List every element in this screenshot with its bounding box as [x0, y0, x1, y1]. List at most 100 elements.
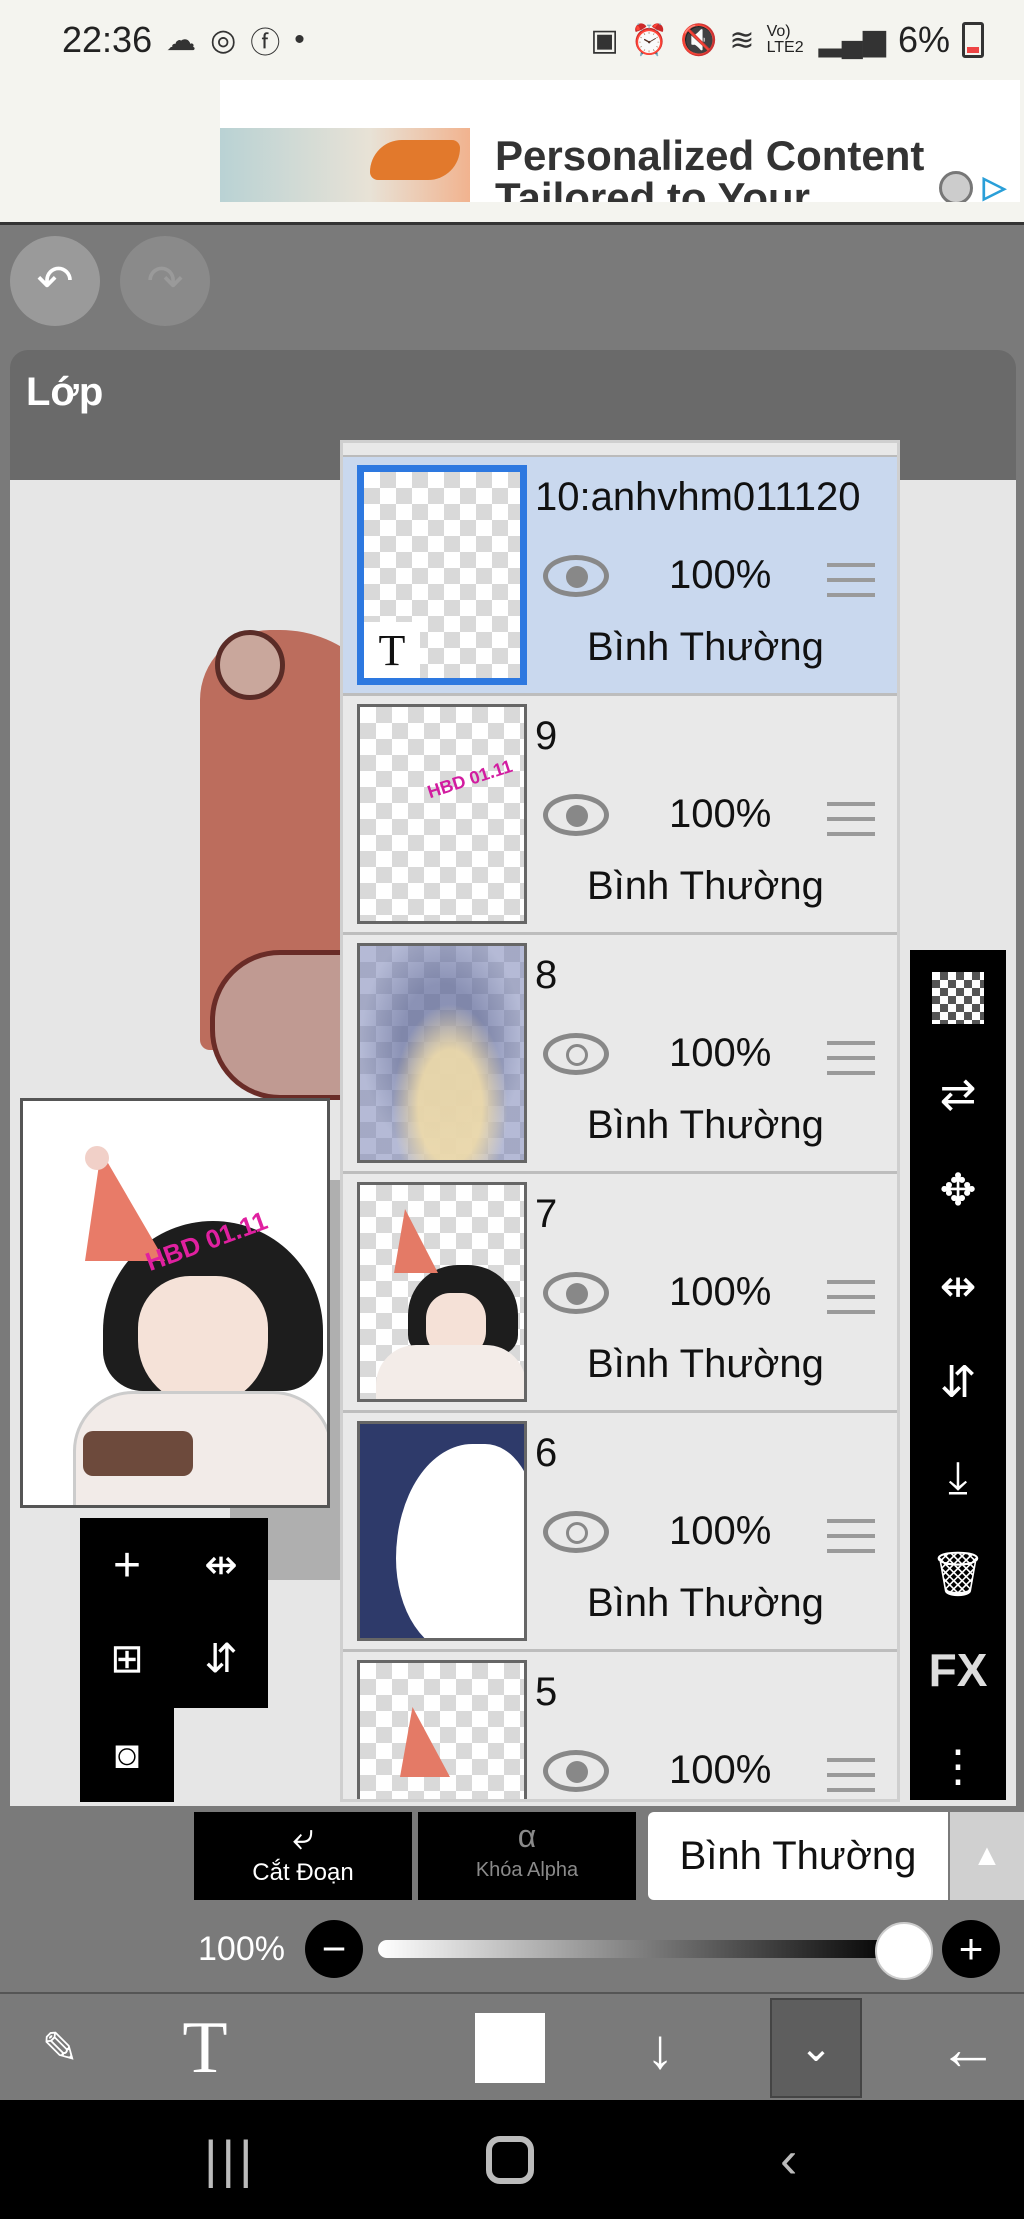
- layer-name: 6: [535, 1431, 558, 1475]
- drag-handle-icon[interactable]: [827, 1758, 875, 1792]
- layer-thumbnail[interactable]: [357, 1660, 527, 1799]
- preview-pom: [85, 1146, 109, 1170]
- move-content-button[interactable]: ⇄: [910, 1046, 1006, 1142]
- redo-button[interactable]: ↷: [120, 236, 210, 326]
- camera-button[interactable]: ◙: [80, 1708, 174, 1802]
- ad-image[interactable]: [220, 128, 470, 202]
- layer-thumbnail[interactable]: [357, 1421, 527, 1641]
- dot-icon: •: [294, 23, 305, 56]
- layer-blend-mode: Bình Thường: [587, 1581, 824, 1625]
- layer-opacity: 100%: [669, 792, 772, 836]
- layer-name: 9: [535, 714, 558, 758]
- signal-icon: ▂▄▆: [818, 23, 886, 57]
- layer-row-7[interactable]: 7 100% Bình Thường: [343, 1174, 897, 1413]
- clock: 22:36: [62, 19, 153, 60]
- brush-eraser-icon: ✎: [41, 2023, 79, 2073]
- flip-horizontal-layer-button[interactable]: ⇹: [174, 1518, 268, 1612]
- opacity-slider-knob[interactable]: [875, 1922, 933, 1980]
- clipping-button[interactable]: ⤶ Cắt Đoạn: [194, 1812, 412, 1900]
- layer-name: 5: [535, 1670, 558, 1714]
- flip-vertical-layer-button[interactable]: ⇵: [174, 1612, 268, 1706]
- drag-handle-icon[interactable]: [827, 1519, 875, 1553]
- more-options-button[interactable]: ⋮: [910, 1718, 1006, 1814]
- layer-tools-strip: ⇄ ✥ ⇹ ⇵ ⤓ 🗑 FX ⋮: [910, 950, 1006, 1800]
- mute-icon: 🔇: [680, 23, 718, 57]
- checkerboard-icon: [932, 972, 984, 1024]
- layer-row-6[interactable]: 6 100% Bình Thường: [343, 1413, 897, 1652]
- layer-blend-mode: Bình Thường: [587, 864, 824, 908]
- fx-button[interactable]: FX: [910, 1622, 1006, 1718]
- visibility-eye-off-icon[interactable]: [543, 1033, 609, 1075]
- layer-thumbnail[interactable]: T: [357, 465, 527, 685]
- layer-row-8[interactable]: 8 100% Bình Thường: [343, 935, 897, 1174]
- save-icon: ▣: [590, 23, 619, 57]
- merge-down-button[interactable]: ⤓: [910, 1430, 1006, 1526]
- down-arrow-button[interactable]: ↓: [620, 2000, 700, 2096]
- opacity-value-label: 100%: [198, 1930, 285, 1968]
- more-vertical-icon: ⋮: [936, 1741, 980, 1791]
- visibility-eye-icon[interactable]: [543, 555, 609, 597]
- layer-thumbnail[interactable]: [357, 1182, 527, 1402]
- ad-title[interactable]: Personalized Content Tailored to Your: [495, 132, 924, 202]
- ad-choices-icon[interactable]: ▷: [983, 170, 1006, 202]
- flip-vertical-icon: ⇵: [939, 1357, 977, 1407]
- trash-icon: 🗑: [930, 1550, 986, 1599]
- flip-horizontal-button[interactable]: ⇹: [910, 1238, 1006, 1334]
- drag-handle-icon[interactable]: [827, 1041, 875, 1075]
- ad-advertiser-icon[interactable]: [938, 170, 973, 202]
- undo-button[interactable]: ↶: [10, 236, 100, 326]
- visibility-eye-off-icon[interactable]: [543, 1511, 609, 1553]
- add-layer-copy-button[interactable]: ⊞: [80, 1612, 174, 1706]
- text-tool-button[interactable]: T: [160, 2000, 250, 2096]
- double-chevron-down-icon: ⌄: [799, 2026, 833, 2070]
- layer-name: 7: [535, 1192, 558, 1236]
- add-copy-icon: ⊞: [110, 1637, 144, 1681]
- layer-thumbnail[interactable]: [357, 943, 527, 1163]
- visibility-eye-icon[interactable]: [543, 794, 609, 836]
- ad-banner[interactable]: Personalized Content Tailored to Your ▷: [0, 80, 1024, 225]
- visibility-eye-icon[interactable]: [543, 1750, 609, 1792]
- ad-card[interactable]: Personalized Content Tailored to Your ▷: [220, 80, 1020, 202]
- layer-thumbnail[interactable]: HBD 01.11: [357, 704, 527, 924]
- thumb-navy-art: [360, 1424, 524, 1638]
- recent-apps-button[interactable]: |||: [204, 2130, 257, 2190]
- layers-list[interactable]: T 10:anhvhm011120 100% Bình Thường HBD 0…: [340, 440, 900, 1802]
- layer-options-bar: ⤶ Cắt Đoạn α Khóa Alpha Bình Thường ▲: [0, 1806, 1024, 1904]
- canvas-preview[interactable]: HBD 01.11: [20, 1098, 330, 1508]
- add-layer-button[interactable]: +: [80, 1518, 174, 1612]
- nav-back-button[interactable]: ‹: [780, 2130, 797, 2190]
- opacity-decrease-button[interactable]: −: [305, 1920, 363, 1978]
- back-button[interactable]: ←: [920, 2000, 1016, 2096]
- cloud-icon: ☁: [166, 23, 197, 57]
- transparency-button[interactable]: [910, 950, 1006, 1046]
- opacity-increase-button[interactable]: +: [942, 1920, 1000, 1978]
- layer-panel-title: Lớp: [26, 370, 104, 414]
- camera-panel: ◙: [80, 1708, 174, 1802]
- opacity-slider-track[interactable]: [378, 1940, 898, 1958]
- alpha-lock-button[interactable]: α Khóa Alpha: [418, 1812, 636, 1900]
- transform-button[interactable]: ✥: [910, 1142, 1006, 1238]
- canvas-pom-art: [215, 630, 285, 700]
- drag-handle-icon[interactable]: [827, 802, 875, 836]
- drag-handle-icon[interactable]: [827, 563, 875, 597]
- layer-name: 8: [535, 953, 558, 997]
- top-toolbar: ↶ ↷: [0, 228, 1024, 348]
- drag-handle-icon[interactable]: [827, 1280, 875, 1314]
- blend-mode-dropdown-button[interactable]: ▲: [950, 1812, 1024, 1900]
- tool-switch-button[interactable]: ✎: [10, 2000, 110, 2096]
- blend-mode-select[interactable]: Bình Thường: [648, 1812, 948, 1900]
- delete-layer-button[interactable]: 🗑: [910, 1526, 1006, 1622]
- layer-row-9[interactable]: HBD 01.11 9 100% Bình Thường: [343, 696, 897, 935]
- battery-percent: 6%: [897, 19, 950, 60]
- layers-toggle-button[interactable]: ⌄: [770, 1998, 862, 2098]
- thumb-blur-art: [360, 946, 524, 1160]
- ad-icons[interactable]: ▷: [938, 170, 1006, 202]
- alpha-lock-label: Khóa Alpha: [475, 1859, 579, 1881]
- flip-vertical-button[interactable]: ⇵: [910, 1334, 1006, 1430]
- thumb-hbd-text: HBD 01.11: [424, 755, 515, 803]
- layer-row-10[interactable]: T 10:anhvhm011120 100% Bình Thường: [343, 457, 897, 696]
- color-button[interactable]: [474, 2000, 546, 2096]
- visibility-eye-icon[interactable]: [543, 1272, 609, 1314]
- home-button[interactable]: [486, 2136, 534, 2184]
- layer-row-5[interactable]: 5 100%: [343, 1652, 897, 1799]
